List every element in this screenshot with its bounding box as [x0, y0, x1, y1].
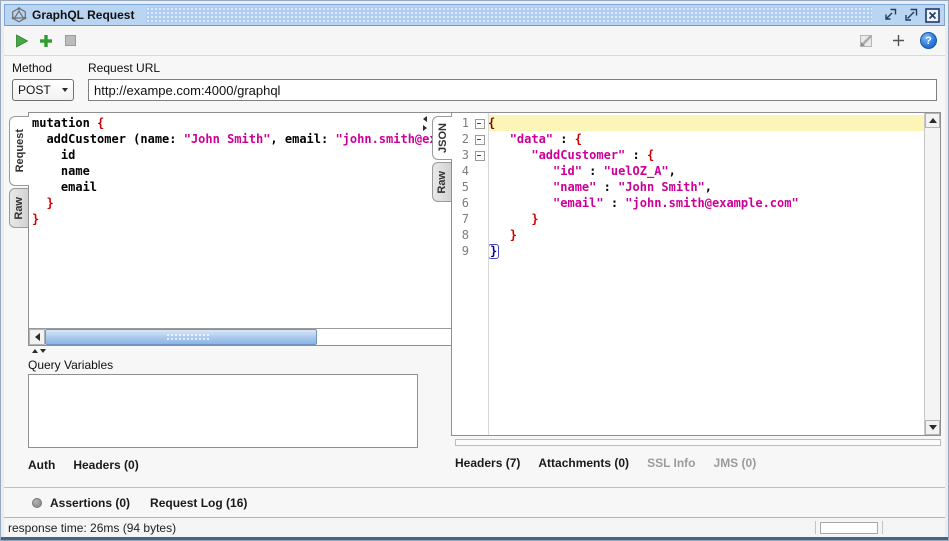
code-line: 5 "name" : "John Smith", — [461, 179, 713, 195]
code-line: 3 "addCustomer" : { — [461, 147, 655, 163]
tab-request-log[interactable]: Request Log (16) — [150, 496, 247, 510]
response-editor[interactable]: 1{2 "data" : {3 "addCustomer" : {4 "id" … — [451, 112, 941, 436]
add-request-button[interactable] — [36, 31, 56, 51]
hscroll-thumb[interactable] — [45, 329, 317, 345]
tab-json[interactable]: JSON — [432, 116, 452, 160]
request-bottom-tabs: Auth Headers (0) — [8, 458, 418, 472]
fold-gutter — [472, 163, 488, 179]
tab-request-headers[interactable]: Headers (0) — [73, 458, 138, 472]
titlebar[interactable]: GraphQL Request — [4, 4, 945, 26]
footer-tabs: Assertions (0) Request Log (16) — [4, 487, 945, 517]
tab-jms: JMS (0) — [713, 456, 757, 470]
assertions-label: Assertions (0) — [50, 495, 131, 510]
statusbar-divider — [882, 521, 883, 534]
fold-gutter — [472, 195, 488, 211]
fold-gutter — [472, 243, 488, 259]
recreate-request-icon — [860, 34, 872, 47]
stop-icon — [64, 35, 76, 46]
response-code-area[interactable]: 1{2 "data" : {3 "addCustomer" : {4 "id" … — [452, 115, 924, 259]
request-url-input[interactable] — [88, 79, 937, 101]
code-line: 8 } — [461, 227, 517, 243]
tab-attachments[interactable]: Attachments (0) — [538, 456, 629, 470]
response-vscrollbar[interactable] — [924, 113, 940, 435]
code-line: 9} — [461, 243, 500, 259]
scroll-up-icon[interactable] — [925, 113, 940, 128]
method-label: Method — [12, 61, 53, 75]
response-time-text: response time: 26ms (94 bytes) — [8, 520, 177, 535]
tab-response-headers[interactable]: Headers (7) — [455, 456, 520, 470]
tab-assertions[interactable]: Assertions (0) — [32, 496, 130, 510]
response-pane: JSON Raw 1{2 "data" : {3 "addCustomer" :… — [431, 112, 941, 487]
method-select[interactable]: POST — [12, 79, 74, 101]
request-log-label: Request Log (16) — [150, 495, 248, 510]
plus-icon — [40, 34, 52, 47]
code-line: 4 "id" : "uelOZ_A", — [461, 163, 676, 179]
recreate-request-button[interactable] — [856, 31, 876, 51]
stop-button[interactable] — [60, 31, 80, 51]
main-split: Request Raw mutation { addCustomer (name… — [4, 110, 945, 487]
titlebar-texture — [146, 7, 872, 23]
editor-variables-splitter[interactable] — [8, 346, 418, 355]
window-bottom-border — [1, 537, 948, 540]
graphql-logo-icon — [11, 7, 27, 23]
chevron-down-icon — [62, 88, 68, 92]
scroll-down-icon[interactable] — [925, 420, 940, 435]
tab-request-raw[interactable]: Raw — [9, 188, 28, 228]
fold-gutter — [472, 211, 488, 227]
method-value: POST — [18, 83, 51, 97]
gutter-separator — [488, 113, 489, 435]
collapse-down-icon[interactable] — [40, 348, 46, 353]
request-bar: Method POST Request URL — [4, 56, 945, 110]
minimize-icon[interactable] — [882, 7, 898, 23]
request-tab-strip: Request Raw — [8, 112, 29, 346]
graphql-request-window: GraphQL Request ? Method POST Request UR… — [0, 0, 949, 541]
fold-collapse-icon[interactable] — [472, 131, 488, 147]
progress-indicator — [820, 521, 878, 534]
response-hscrollbar[interactable] — [455, 439, 941, 446]
help-icon[interactable] — [920, 32, 937, 49]
response-bottom-tabs: Headers (7) Attachments (0) SSL Info JMS… — [431, 456, 941, 470]
query-variables-label: Query Variables — [28, 358, 114, 372]
fold-gutter — [472, 227, 488, 243]
assertion-status-icon — [32, 497, 42, 508]
collapse-up-icon[interactable] — [32, 348, 38, 353]
query-variables-input[interactable] — [28, 374, 418, 448]
tab-auth[interactable]: Auth — [28, 458, 55, 472]
code-line: 1{ — [452, 115, 924, 131]
add-param-button[interactable] — [888, 31, 908, 51]
statusbar-divider — [815, 521, 816, 534]
scroll-left-icon[interactable] — [29, 329, 45, 345]
toolbar — [4, 26, 945, 56]
fold-gutter — [472, 179, 488, 195]
close-icon[interactable] — [924, 7, 940, 23]
code-line: 2 "data" : { — [461, 131, 582, 147]
tab-ssl-info: SSL Info — [647, 456, 696, 470]
run-button[interactable] — [12, 31, 32, 51]
request-url-label: Request URL — [88, 61, 161, 75]
play-icon — [16, 33, 29, 48]
maximize-icon[interactable] — [903, 7, 919, 23]
fold-collapse-icon[interactable] — [472, 115, 488, 131]
request-pane: Request Raw mutation { addCustomer (name… — [8, 112, 532, 487]
window-title: GraphQL Request — [32, 8, 135, 22]
status-bar: response time: 26ms (94 bytes) — [4, 517, 945, 537]
code-line: 6 "email" : "john.smith@example.com" — [461, 195, 799, 211]
plus-icon — [892, 35, 904, 46]
tab-request[interactable]: Request — [9, 116, 29, 186]
fold-collapse-icon[interactable] — [472, 147, 488, 163]
code-line: 7 } — [461, 211, 539, 227]
